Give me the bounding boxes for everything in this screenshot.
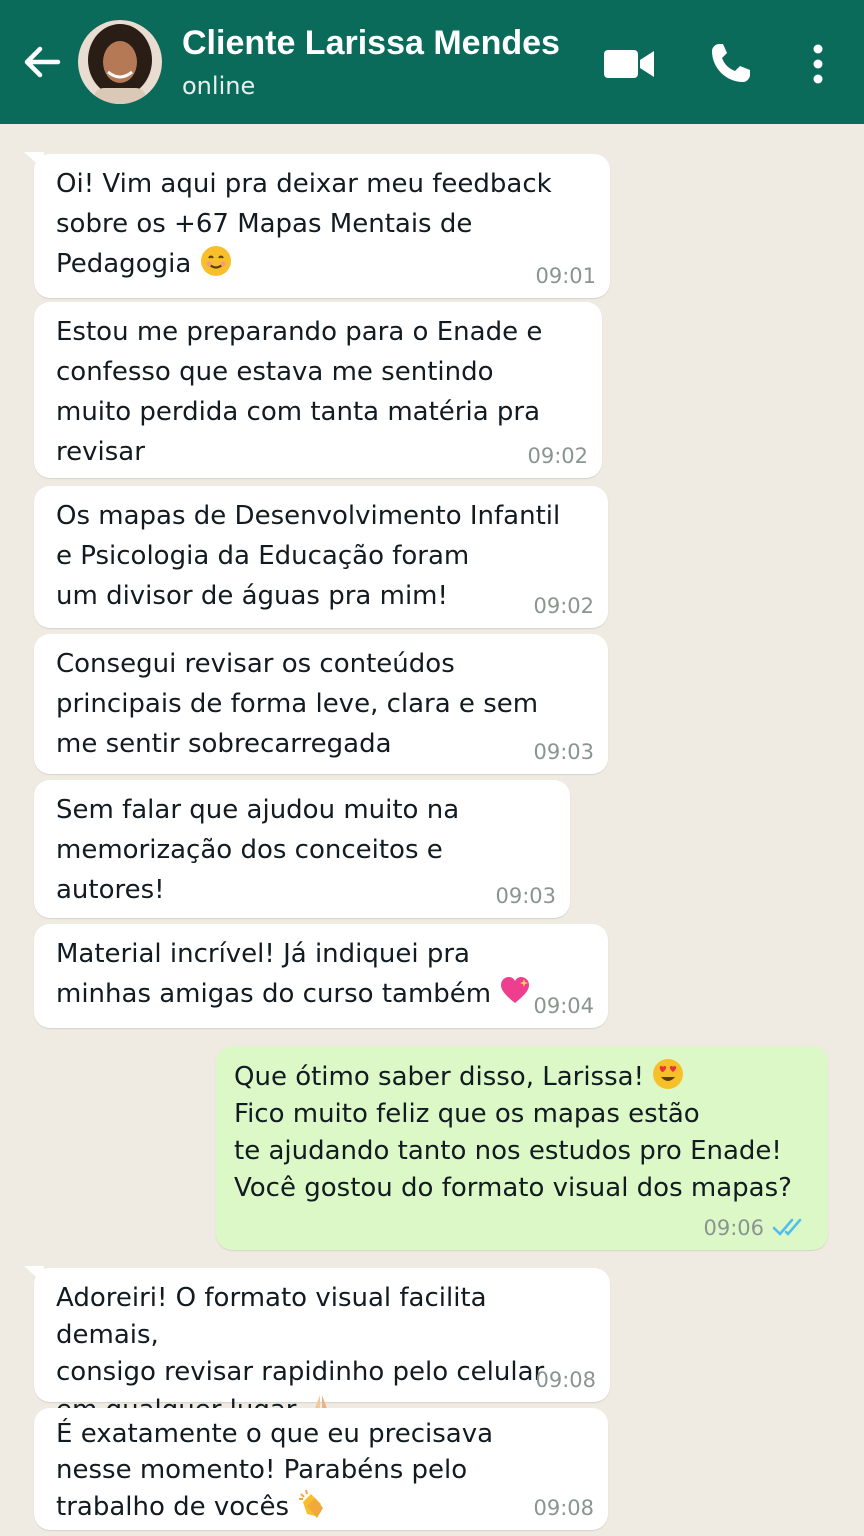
message-line: um divisor de águas pra mim! (56, 581, 448, 611)
message-bubble[interactable]: Estou me preparando para o Enade e confe… (34, 302, 602, 478)
message-line: Os mapas de Desenvolvimento Infantil (56, 501, 561, 531)
message-time: 09:03 (495, 884, 556, 908)
back-arrow-icon[interactable] (20, 40, 64, 84)
chat-area[interactable]: Oi! Vim aqui pra deixar meu feedback sob… (0, 124, 864, 1536)
contact-name[interactable]: Cliente Larissa Mendes (182, 24, 560, 63)
message-time: 09:01 (535, 264, 596, 288)
chat-header: Cliente Larissa Mendes online (0, 0, 864, 124)
message-bubble[interactable]: Material incrível! Já indiquei pra minha… (34, 924, 608, 1028)
message-line: memorização dos conceitos e (56, 835, 443, 865)
message-line: te ajudando tanto nos estudos pro Enade! (234, 1136, 782, 1166)
message-bubble[interactable]: Adoreiri! O formato visual facilita dema… (34, 1268, 610, 1425)
message-time: 09:03 (533, 740, 594, 764)
clapping-hands-emoji-icon (299, 1489, 324, 1518)
message-line: consigo revisar rapidinho pelo celular (56, 1357, 545, 1387)
message-line: muito perdida com tanta matéria pra (56, 397, 541, 427)
message-line: minhas amigas do curso também (56, 979, 492, 1009)
video-call-icon[interactable] (602, 44, 656, 84)
message-line: Sem falar que ajudou muito na (56, 795, 460, 825)
message-time: 09:02 (533, 594, 594, 618)
message-line: nesse momento! Parabéns pelo (56, 1455, 468, 1485)
phone-call-icon[interactable] (706, 40, 754, 88)
message-line: Oi! Vim aqui pra deixar meu feedback (56, 169, 552, 199)
message-line: É exatamente o que eu precisava (56, 1419, 494, 1449)
message-line: Consegui revisar os conteúdos (56, 649, 455, 679)
message-bubble-outgoing[interactable]: Que ótimo saber disso, Larissa! Fico mui… (216, 1046, 828, 1250)
message-time: 09:02 (527, 444, 588, 468)
message-line: Que ótimo saber disso, Larissa! (234, 1062, 644, 1092)
smiling-face-emoji-icon (200, 246, 231, 276)
message-line: revisar (56, 437, 145, 467)
message-line: principais de forma leve, clara e sem (56, 689, 539, 719)
message-time: 09:08 (533, 1496, 594, 1520)
read-receipt-double-check-icon (772, 1218, 802, 1236)
heart-eyes-emoji-icon (653, 1059, 684, 1089)
message-time: 09:08 (535, 1368, 596, 1392)
message-line: Material incrível! Já indiquei pra (56, 939, 470, 969)
message-line: Adoreiri! O formato visual facilita dema… (56, 1283, 487, 1350)
message-line: autores! (56, 875, 165, 905)
contact-status: online (182, 72, 256, 100)
message-line: Fico muito feliz que os mapas estão (234, 1099, 700, 1129)
message-line: me sentir sobrecarregada (56, 729, 392, 759)
message-line: Pedagogia (56, 249, 192, 279)
message-bubble[interactable]: Sem falar que ajudou muito na memorizaçã… (34, 780, 570, 918)
message-line: trabalho de vocês (56, 1492, 290, 1522)
message-time: 09:04 (533, 994, 594, 1018)
message-time: 09:06 (703, 1216, 764, 1240)
message-bubble[interactable]: Os mapas de Desenvolvimento Infantil e P… (34, 486, 608, 628)
message-bubble[interactable]: Consegui revisar os conteúdos principais… (34, 634, 608, 774)
message-line: confesso que estava me sentindo (56, 357, 494, 387)
message-line: Você gostou do formato visual dos mapas? (234, 1173, 792, 1203)
message-line: sobre os +67 Mapas Mentais de (56, 209, 473, 239)
more-options-icon[interactable] (804, 40, 832, 88)
message-bubble[interactable]: Oi! Vim aqui pra deixar meu feedback sob… (34, 154, 610, 298)
sparkling-heart-emoji-icon (501, 977, 530, 1003)
message-line: e Psicologia da Educação foram (56, 541, 470, 571)
avatar[interactable] (78, 20, 162, 104)
message-line: Estou me preparando para o Enade e (56, 317, 543, 347)
message-bubble[interactable]: É exatamente o que eu precisava nesse mo… (34, 1408, 608, 1530)
